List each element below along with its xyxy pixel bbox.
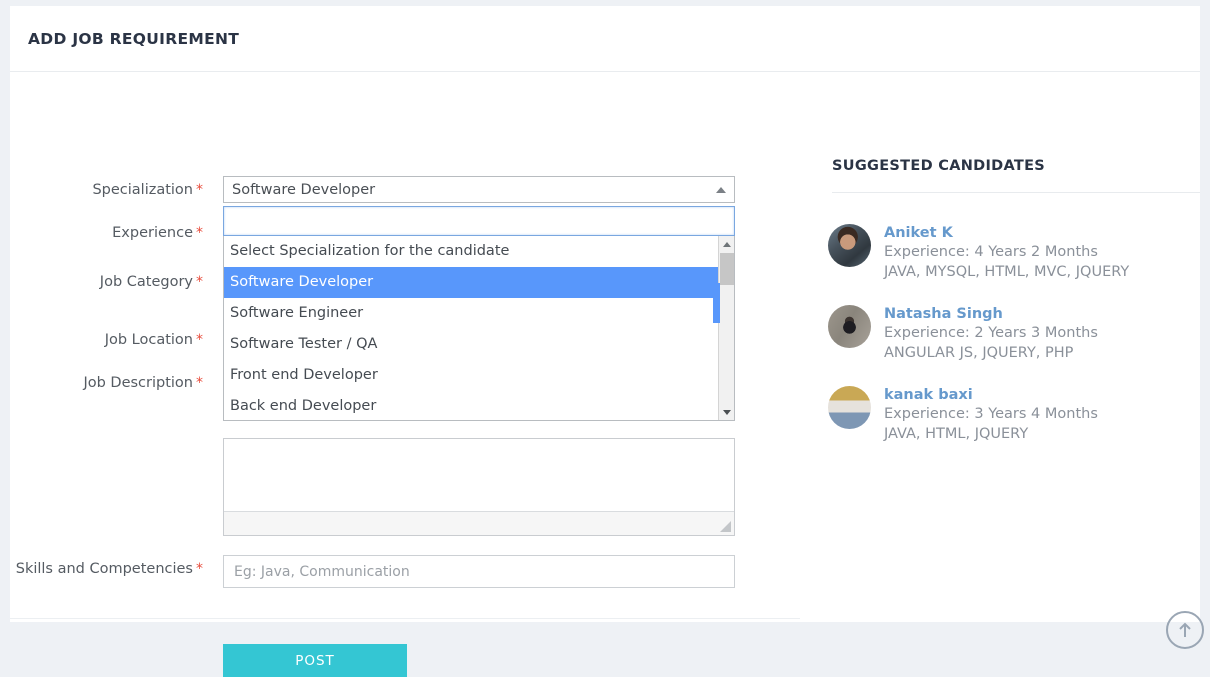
candidate-info: Aniket K Experience: 4 Years 2 Months JA…: [884, 222, 1129, 282]
specialization-label: Specialization*: [10, 178, 215, 200]
job-category-label: Job Category*: [10, 270, 215, 292]
option-item-highlighted[interactable]: Software Developer: [224, 267, 734, 298]
candidate-skills: ANGULAR JS, JQUERY, PHP: [884, 344, 1098, 364]
required-asterisk: *: [196, 225, 203, 241]
card-header: ADD JOB REQUIREMENT: [10, 6, 1200, 72]
specialization-select-display[interactable]: Software Developer: [223, 176, 735, 203]
scrollbar-thumb[interactable]: [720, 253, 734, 285]
scroll-position-indicator: [713, 283, 720, 323]
required-asterisk: *: [196, 332, 203, 348]
candidate-list-item[interactable]: kanak baxi Experience: 3 Years 4 Months …: [828, 384, 1200, 444]
candidate-skills: JAVA, MYSQL, HTML, MVC, JQUERY: [884, 263, 1129, 283]
scroll-to-top-button[interactable]: [1166, 611, 1204, 649]
candidate-list-item[interactable]: Natasha Singh Experience: 2 Years 3 Mont…: [828, 303, 1200, 363]
specialization-selected-value: Software Developer: [232, 182, 375, 198]
option-item[interactable]: Software Tester / QA: [224, 329, 734, 360]
option-item[interactable]: Software Engineer: [224, 298, 734, 329]
chevron-up-icon: [716, 187, 726, 193]
option-item[interactable]: Back end Developer: [224, 391, 734, 421]
job-location-label: Job Location*: [10, 328, 215, 350]
job-description-textarea[interactable]: [223, 438, 735, 536]
job-requirement-form: Specialization* Experience* Job Category…: [10, 72, 800, 622]
candidate-name-link[interactable]: Aniket K: [884, 223, 1129, 243]
specialization-label-text: Specialization: [92, 182, 193, 198]
panel-divider: [832, 192, 1200, 193]
form-divider: [10, 618, 800, 619]
experience-label: Experience*: [10, 221, 215, 243]
scroll-up-arrow-icon[interactable]: [719, 236, 735, 252]
field-row-job-description: Job Description*: [10, 371, 215, 393]
specialization-dropdown[interactable]: Software Developer Select Specialization…: [223, 176, 735, 421]
candidate-list-item[interactable]: Aniket K Experience: 4 Years 2 Months JA…: [828, 222, 1200, 282]
post-button[interactable]: POST: [223, 644, 407, 677]
candidate-name-link[interactable]: kanak baxi: [884, 385, 1098, 405]
avatar: [828, 305, 871, 348]
arrow-up-icon: [1177, 621, 1193, 639]
option-list-scrollbar[interactable]: [718, 236, 734, 420]
option-item[interactable]: Select Specialization for the candidate: [224, 236, 734, 267]
avatar: [828, 224, 871, 267]
candidate-skills: JAVA, HTML, JQUERY: [884, 425, 1098, 445]
required-asterisk: *: [196, 375, 203, 391]
experience-label-text: Experience: [112, 225, 193, 241]
candidate-info: kanak baxi Experience: 3 Years 4 Months …: [884, 384, 1098, 444]
scroll-down-arrow-icon[interactable]: [719, 404, 735, 420]
textarea-footer: [224, 511, 734, 535]
required-asterisk: *: [196, 274, 203, 290]
required-asterisk: *: [196, 182, 203, 198]
suggested-candidates-title: SUGGESTED CANDIDATES: [832, 158, 1045, 174]
skills-label-text: Skills and Competencies: [16, 561, 193, 577]
skills-label: Skills and Competencies*: [10, 557, 215, 579]
avatar: [828, 386, 871, 429]
candidate-info: Natasha Singh Experience: 2 Years 3 Mont…: [884, 303, 1098, 363]
candidate-experience: Experience: 4 Years 2 Months: [884, 243, 1129, 263]
card-body: Specialization* Experience* Job Category…: [10, 72, 1200, 622]
resize-grip-icon[interactable]: [720, 521, 731, 532]
candidate-experience: Experience: 2 Years 3 Months: [884, 324, 1098, 344]
candidate-name-link[interactable]: Natasha Singh: [884, 304, 1098, 324]
field-row-job-location: Job Location*: [10, 328, 215, 350]
required-asterisk: *: [196, 561, 203, 577]
specialization-option-list[interactable]: Select Specialization for the candidate …: [223, 236, 735, 421]
job-location-label-text: Job Location: [105, 332, 193, 348]
field-row-skills: Skills and Competencies*: [10, 557, 215, 579]
job-category-label-text: Job Category: [100, 274, 193, 290]
field-row-experience: Experience*: [10, 221, 215, 243]
field-row-job-category: Job Category*: [10, 270, 215, 292]
option-item[interactable]: Front end Developer: [224, 360, 734, 391]
specialization-search-input[interactable]: [223, 206, 735, 236]
job-description-label: Job Description*: [10, 371, 215, 393]
job-description-label-text: Job Description: [83, 375, 193, 391]
add-job-requirement-card: ADD JOB REQUIREMENT Specialization* Expe…: [10, 6, 1200, 622]
skills-input[interactable]: [223, 555, 735, 588]
page-title: ADD JOB REQUIREMENT: [28, 30, 239, 48]
field-row-specialization: Specialization*: [10, 178, 215, 200]
candidate-experience: Experience: 3 Years 4 Months: [884, 405, 1098, 425]
candidate-list: Aniket K Experience: 4 Years 2 Months JA…: [828, 222, 1200, 465]
